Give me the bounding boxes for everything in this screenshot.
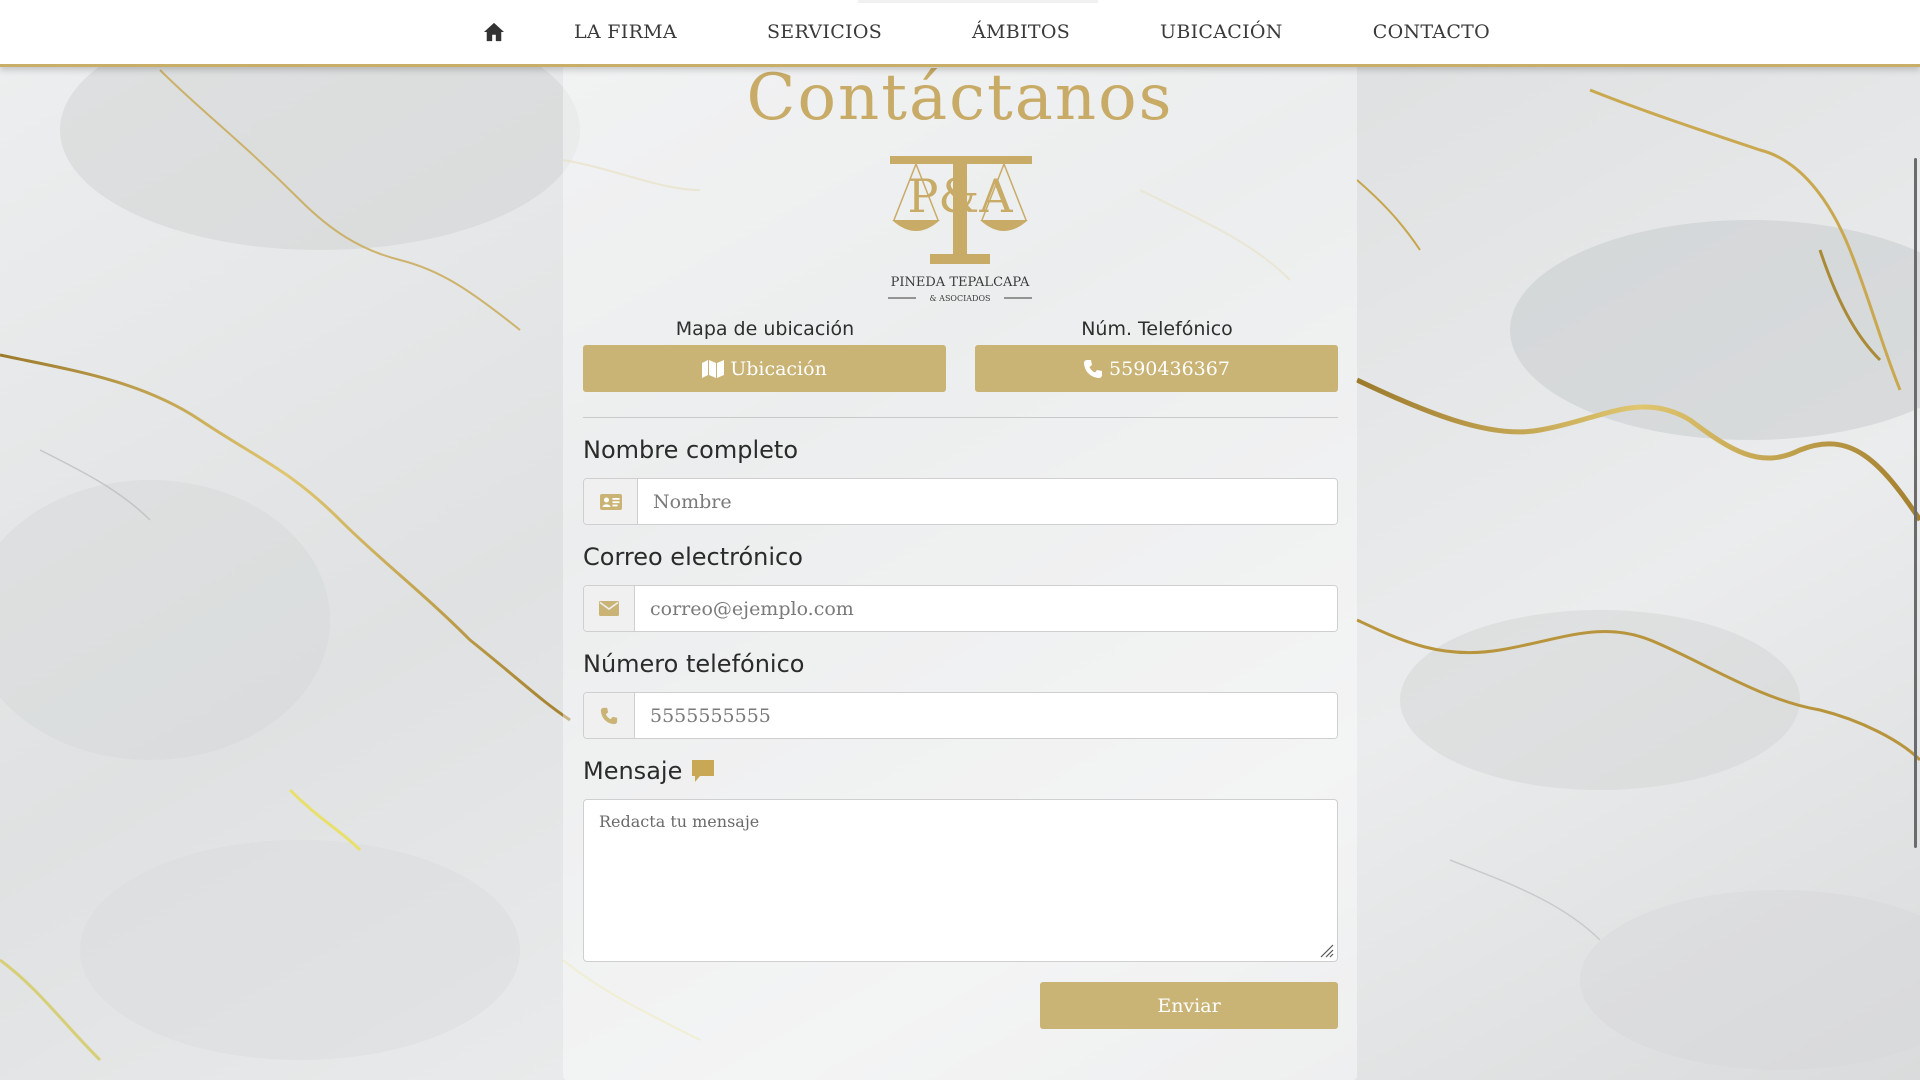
- phone-input-group: [583, 692, 1338, 739]
- email-input[interactable]: [635, 586, 1337, 631]
- nav-link-ambitos[interactable]: ÁMBITOS: [972, 21, 1070, 43]
- phone-input-addon: [584, 693, 635, 738]
- nav-link-servicios[interactable]: SERVICIOS: [767, 21, 882, 43]
- comment-icon: [692, 760, 715, 782]
- phone-call-button[interactable]: 5590436367: [975, 345, 1338, 392]
- page-scrollbar[interactable]: [1914, 158, 1917, 848]
- name-field-label: Nombre completo: [583, 436, 799, 464]
- message-field-label-row: Mensaje: [583, 757, 716, 785]
- send-button[interactable]: Enviar: [1040, 982, 1338, 1029]
- nav-link-la-firma[interactable]: LA FIRMA: [574, 21, 677, 43]
- message-field-label: Mensaje: [583, 757, 683, 785]
- phone-call-button-label: 5590436367: [1109, 357, 1230, 380]
- name-input[interactable]: [638, 479, 1337, 524]
- resize-grip-icon[interactable]: [1318, 942, 1334, 958]
- nav-link-contacto[interactable]: CONTACTO: [1373, 21, 1490, 43]
- nav-link-ubicacion[interactable]: UBICACIÓN: [1160, 21, 1283, 43]
- logo-monogram: P&A: [907, 169, 1013, 223]
- message-textarea[interactable]: [583, 799, 1338, 962]
- id-card-icon: [599, 493, 622, 510]
- phone-field-label: Número telefónico: [583, 650, 805, 678]
- location-button[interactable]: Ubicación: [583, 345, 946, 392]
- name-input-addon: [584, 479, 638, 524]
- location-button-label: Ubicación: [730, 357, 827, 380]
- page-title: Contáctanos: [746, 61, 1174, 135]
- name-input-group: [583, 478, 1338, 525]
- nav-items: LA FIRMA SERVICIOS ÁMBITOS UBICACIÓN CON…: [470, 0, 1490, 64]
- section-divider: [583, 417, 1338, 418]
- logo-firm-sub: & ASOCIADOS: [930, 294, 991, 303]
- email-input-group: [583, 585, 1338, 632]
- email-field-label: Correo electrónico: [583, 543, 803, 571]
- phone-number-label: Núm. Telefónico: [1081, 318, 1233, 340]
- top-navbar: LA FIRMA SERVICIOS ÁMBITOS UBICACIÓN CON…: [0, 0, 1920, 67]
- email-input-addon: [584, 586, 635, 631]
- logo-firm-name: PINEDA TEPALCAPA: [891, 275, 1030, 290]
- map-label: Mapa de ubicación: [675, 318, 855, 340]
- map-icon: [702, 359, 725, 378]
- phone-field-icon: [600, 707, 618, 724]
- home-icon: [484, 22, 504, 42]
- nav-home-link[interactable]: [470, 0, 518, 64]
- envelope-icon: [599, 601, 619, 616]
- phone-icon: [1084, 359, 1103, 378]
- phone-input[interactable]: [635, 693, 1337, 738]
- firm-logo: P&A PINEDA TEPALCAPA & ASOCIADOS: [888, 156, 1032, 303]
